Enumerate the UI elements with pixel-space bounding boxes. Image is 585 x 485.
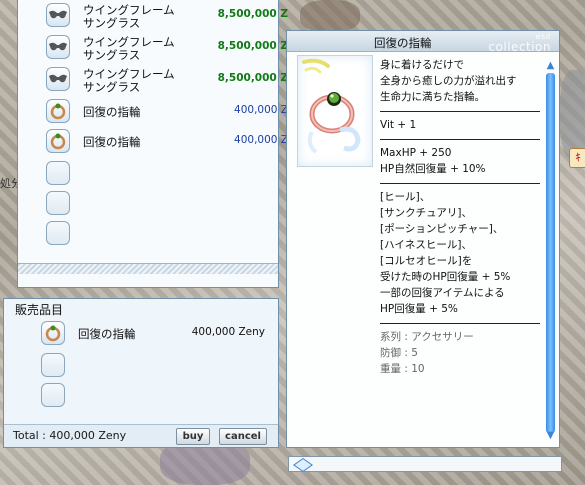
empty-item-slot[interactable] xyxy=(46,191,70,215)
buy-button[interactable]: buy xyxy=(176,428,210,445)
item-name: 回復の指輪 xyxy=(83,105,141,119)
desc-line: MaxHP + 250 xyxy=(380,147,452,159)
sunglasses-icon xyxy=(46,67,70,91)
scroll-down-icon[interactable]: ▼ xyxy=(545,431,556,441)
item-price: 400,000 Z xyxy=(234,134,288,146)
item-weight: 重量 : 10 xyxy=(380,363,425,375)
ring-icon xyxy=(41,321,65,345)
shop-item-row[interactable]: 回復の指輪 400,000 Z xyxy=(46,97,296,127)
item-name: ウイングフレームサングラス xyxy=(83,3,175,30)
divider xyxy=(380,111,540,112)
empty-item-slot[interactable] xyxy=(41,353,65,377)
desc-line: 身に着けるだけで xyxy=(380,59,464,71)
ring-icon xyxy=(46,129,70,153)
desc-line: HP自然回復量 + 10% xyxy=(380,163,486,175)
shop-item-row[interactable]: ウイングフレームサングラス 8,500,000 Z xyxy=(46,1,296,31)
item-name: 回復の指輪 xyxy=(83,135,141,149)
background-character xyxy=(300,0,360,32)
sale-panel: 販売品目 回復の指輪 400,000 Zeny Total : 400,000 … xyxy=(3,298,279,448)
side-badge[interactable]: ｷ xyxy=(569,148,585,168)
cancel-button[interactable]: cancel xyxy=(219,428,267,445)
watermark-text: collection xyxy=(488,40,551,54)
ring-icon xyxy=(46,99,70,123)
desc-line: HP回復量 + 5% xyxy=(380,303,458,315)
item-price: 400,000 Zeny xyxy=(191,326,265,338)
item-price: 8,500,000 Z xyxy=(217,8,288,20)
desc-line: [コルセオヒール]を xyxy=(380,255,473,267)
empty-item-slot[interactable] xyxy=(46,221,70,245)
desc-line: Vit + 1 xyxy=(380,119,417,131)
empty-item-slot[interactable] xyxy=(46,161,70,185)
sale-panel-title: 販売品目 xyxy=(15,303,64,317)
item-price: 8,500,000 Z xyxy=(217,72,288,84)
empty-item-slot[interactable] xyxy=(41,383,65,407)
shop-item-row[interactable]: 回復の指輪 400,000 Z xyxy=(46,127,296,157)
sale-footer: Total : 400,000 Zeny buy cancel xyxy=(4,424,278,447)
desc-line: [ポーションピッチャー]、 xyxy=(380,223,504,235)
shop-item-row[interactable]: ウイングフレームサングラス 8,500,000 Z xyxy=(46,65,296,95)
scroll-up-icon[interactable]: ▲ xyxy=(545,61,556,71)
background-character xyxy=(560,70,585,160)
item-description-window: 回復の指輪 eso collection 身に着けるだけで 全身から癒しの力が溢… xyxy=(286,30,560,448)
item-defense: 防御 : 5 xyxy=(380,347,418,359)
description-title: 回復の指輪 xyxy=(374,36,432,50)
sunglasses-icon xyxy=(46,3,70,27)
desc-line: [ヒール]、 xyxy=(380,191,431,203)
shop-item-row[interactable]: ウイングフレームサングラス 8,500,000 Z xyxy=(46,33,296,63)
diamond-icon xyxy=(293,458,313,472)
item-type: 系列 : アクセサリー xyxy=(380,331,474,343)
collection-watermark: eso collection xyxy=(488,31,551,53)
description-titlebar[interactable]: 回復の指輪 eso collection xyxy=(287,31,559,53)
divider xyxy=(380,139,540,140)
total-text: Total : 400,000 Zeny xyxy=(13,429,127,442)
description-body: 身に着けるだけで 全身から癒しの力が溢れ出す 生命力に満ちた指輪。 Vit + … xyxy=(380,57,540,377)
item-name: ウイングフレームサングラス xyxy=(83,67,175,94)
description-scrollbar[interactable]: ▲ ▼ xyxy=(545,61,556,441)
bottom-toggle-bar[interactable] xyxy=(288,456,562,472)
desc-line: [サンクチュアリ]、 xyxy=(380,207,472,219)
sunglasses-icon xyxy=(46,35,70,59)
desc-line: 全身から癒しの力が溢れ出す xyxy=(380,75,517,87)
desc-line: 生命力に満ちた指輪。 xyxy=(380,91,485,103)
divider xyxy=(380,183,540,184)
item-price: 8,500,000 Z xyxy=(217,40,288,52)
divider xyxy=(380,323,540,324)
item-name: ウイングフレームサングラス xyxy=(83,35,175,62)
item-name: 回復の指輪 xyxy=(78,327,136,341)
list-resize-bar[interactable] xyxy=(18,263,278,274)
shop-item-list: ウイングフレームサングラス 8,500,000 Z ウイングフレームサングラス … xyxy=(17,0,288,288)
desc-line: 一部の回復アイテムによる xyxy=(380,287,505,299)
desc-line: [ハイネスヒール]、 xyxy=(380,239,472,251)
item-collection-image[interactable] xyxy=(297,55,373,167)
item-price: 400,000 Z xyxy=(234,104,288,116)
scroll-thumb[interactable] xyxy=(546,73,555,433)
desc-line: 受けた時のHP回復量 + 5% xyxy=(380,271,511,283)
sale-item-row[interactable]: 回復の指輪 400,000 Zeny xyxy=(41,319,267,347)
ring-illustration-icon xyxy=(302,58,361,154)
